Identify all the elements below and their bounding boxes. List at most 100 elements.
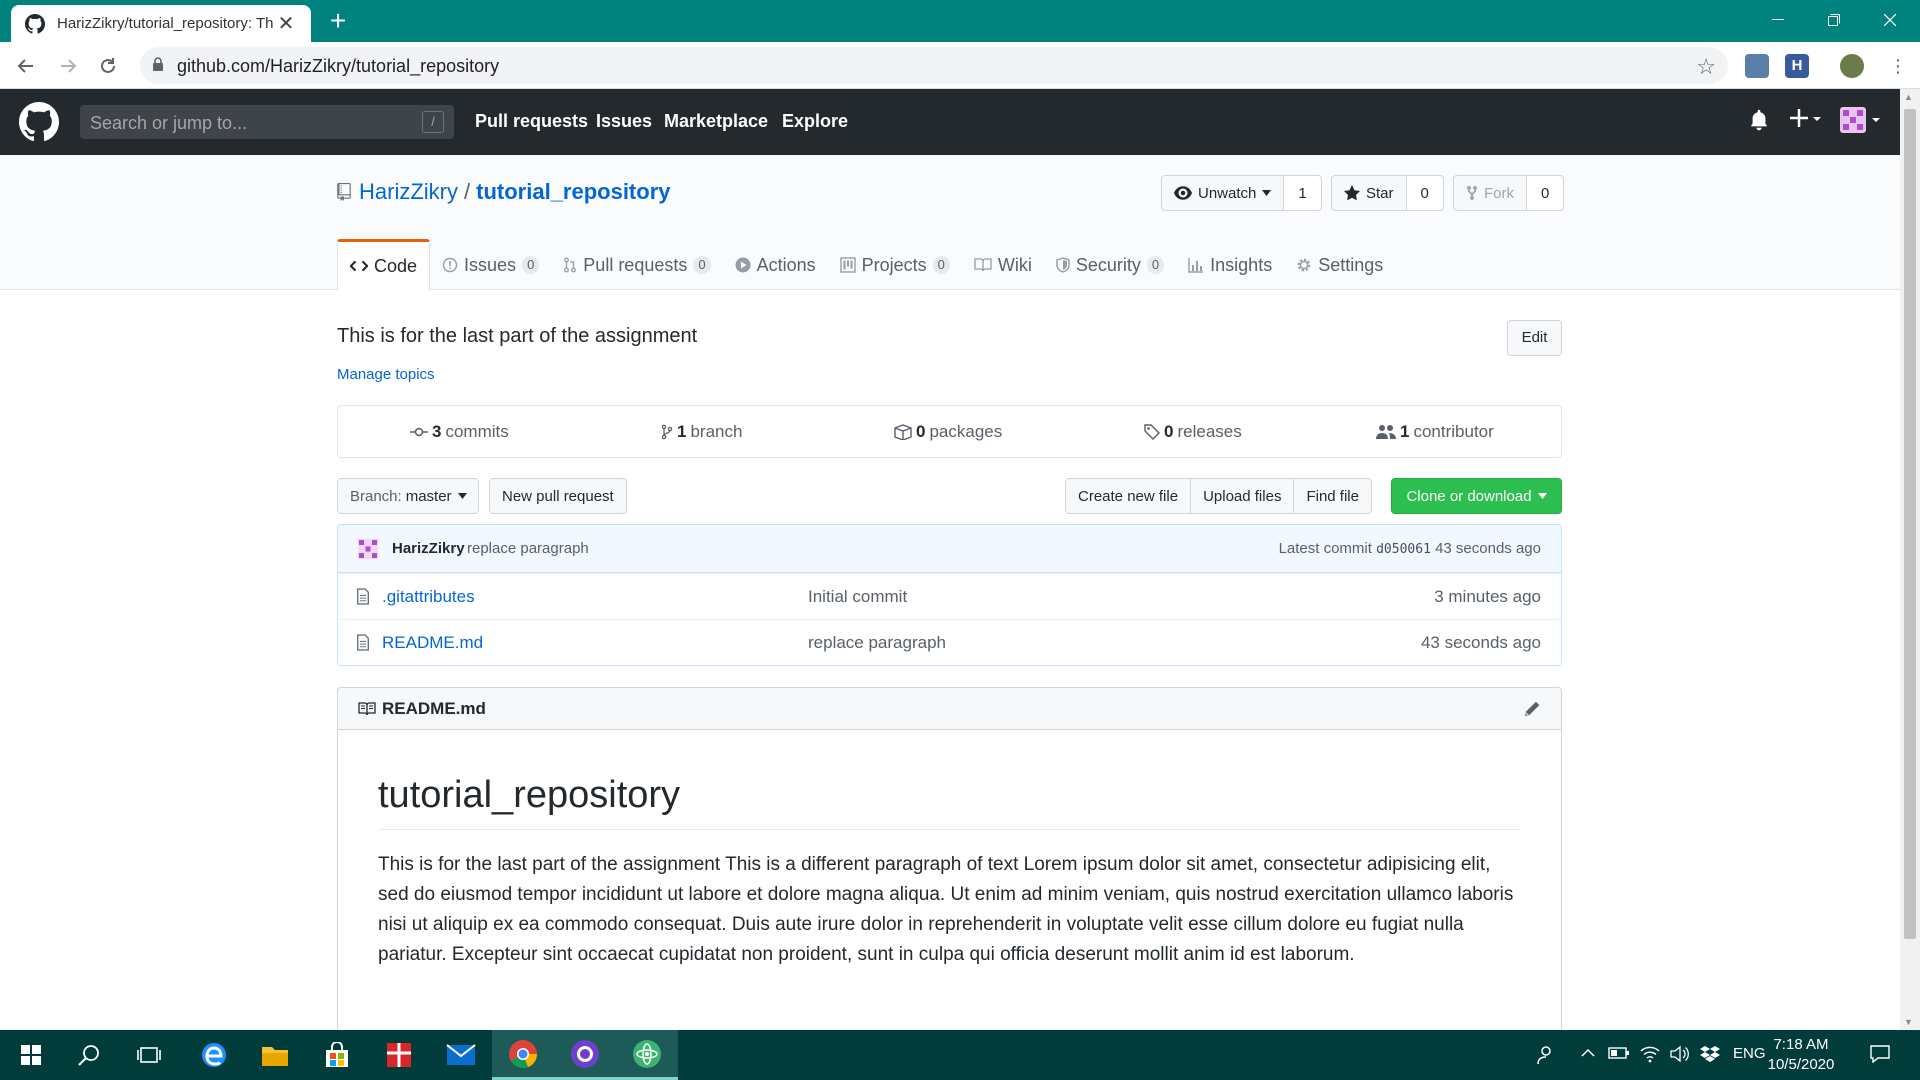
tab-code[interactable]: Code xyxy=(337,239,431,291)
security-count-badge: 0 xyxy=(1146,256,1165,274)
branch-select-button[interactable]: Branch: master xyxy=(337,478,479,514)
edit-description-button[interactable]: Edit xyxy=(1507,320,1562,356)
upload-files-button[interactable]: Upload files xyxy=(1190,478,1295,514)
scrollbar-thumb[interactable] xyxy=(1904,109,1916,939)
fork-button[interactable]: Fork xyxy=(1453,175,1527,211)
releases-label: releases xyxy=(1177,422,1242,441)
gift-app-icon[interactable] xyxy=(368,1030,430,1080)
new-pull-request-button[interactable]: New pull request xyxy=(489,478,627,514)
tab-security[interactable]: Security 0 xyxy=(1044,239,1176,291)
file-name-link[interactable]: README.md xyxy=(382,633,483,653)
file-icon xyxy=(356,588,370,605)
clone-or-download-button[interactable]: Clone or download xyxy=(1391,478,1562,514)
tab-close-icon[interactable]: ✕ xyxy=(275,13,297,35)
commits-count: 3 xyxy=(432,422,442,441)
start-windows-icon[interactable] xyxy=(0,1030,62,1080)
profile-avatar[interactable] xyxy=(1840,54,1864,78)
extension-h-icon[interactable]: H xyxy=(1785,54,1809,78)
repo-name-link[interactable]: tutorial_repository xyxy=(476,179,670,205)
volume-icon[interactable] xyxy=(1670,1045,1690,1063)
taskbar-clock[interactable]: 7:18 AM 10/5/2020 xyxy=(1754,1035,1848,1075)
stars-count[interactable]: 0 xyxy=(1406,175,1444,211)
scroll-up-icon[interactable]: ▲ xyxy=(1904,92,1913,102)
restore-icon[interactable] xyxy=(1806,0,1862,40)
tab-projects-label: Projects xyxy=(861,254,927,275)
manage-topics-link[interactable]: Manage topics xyxy=(337,366,435,383)
file-name-link[interactable]: .gitattributes xyxy=(382,587,475,607)
contributors-link[interactable]: 1 contributor xyxy=(1376,422,1494,442)
notifications-bell-icon[interactable] xyxy=(1750,109,1768,131)
mail-icon[interactable] xyxy=(430,1030,492,1080)
repo-owner-link[interactable]: HarizZikry xyxy=(359,179,458,205)
tab-pull-requests[interactable]: Pull requests 0 xyxy=(551,239,722,291)
commits-link[interactable]: 3 commits xyxy=(410,422,509,442)
commit-sha-link[interactable]: d050061 xyxy=(1376,542,1431,557)
wifi-icon[interactable] xyxy=(1640,1045,1660,1063)
readme-heading: tutorial_repository xyxy=(378,774,1521,830)
nav-explore[interactable]: Explore xyxy=(782,111,848,132)
releases-link[interactable]: 0 releases xyxy=(1144,422,1242,442)
create-new-plus-icon[interactable] xyxy=(1790,106,1822,132)
create-new-file-button[interactable]: Create new file xyxy=(1065,478,1192,514)
chevron-up-icon[interactable] xyxy=(1580,1045,1596,1061)
nav-marketplace[interactable]: Marketplace xyxy=(664,111,768,132)
unwatch-button[interactable]: Unwatch xyxy=(1161,175,1285,211)
minimize-icon[interactable] xyxy=(1750,0,1806,40)
back-icon[interactable] xyxy=(10,50,42,82)
find-file-button[interactable]: Find file xyxy=(1293,478,1372,514)
browser-menu-icon[interactable]: ⋮ xyxy=(1882,50,1914,82)
search-placeholder: Search or jump to... xyxy=(90,113,248,133)
forward-icon[interactable] xyxy=(52,50,84,82)
address-bar[interactable]: github.com/HarizZikry/tutorial_repositor… xyxy=(140,47,1728,84)
watchers-count[interactable]: 1 xyxy=(1284,175,1322,211)
close-window-icon[interactable] xyxy=(1862,0,1918,40)
commit-author-link[interactable]: HarizZikry xyxy=(392,540,465,557)
github-logo-icon[interactable] xyxy=(19,102,59,142)
packages-link[interactable]: 0 packages xyxy=(894,422,1002,442)
reload-icon[interactable] xyxy=(92,50,124,82)
branch-prefix: Branch: xyxy=(350,487,402,505)
action-center-icon[interactable] xyxy=(1870,1045,1890,1063)
tab-insights[interactable]: Insights xyxy=(1176,239,1284,291)
browser-tab[interactable]: HarizZikry/tutorial_repository: Th ✕ xyxy=(11,5,311,42)
nav-pull-requests[interactable]: Pull requests xyxy=(475,111,588,132)
task-view-icon[interactable] xyxy=(118,1030,180,1080)
people-tray-icon[interactable] xyxy=(1535,1045,1555,1065)
user-avatar-menu[interactable] xyxy=(1840,107,1882,133)
search-icon[interactable] xyxy=(58,1030,120,1080)
tab-projects[interactable]: Projects 0 xyxy=(828,239,962,291)
chrome-icon[interactable] xyxy=(492,1030,554,1080)
github-desktop-icon[interactable] xyxy=(554,1030,616,1080)
pencil-edit-icon[interactable] xyxy=(1523,700,1541,718)
scroll-down-icon[interactable]: ▼ xyxy=(1904,1017,1913,1027)
tab-actions-label: Actions xyxy=(756,254,816,275)
commit-message-link[interactable]: replace paragraph xyxy=(467,540,589,557)
search-input[interactable]: Search or jump to... / xyxy=(80,105,454,139)
nav-issues[interactable]: Issues xyxy=(596,111,652,132)
dropbox-icon[interactable] xyxy=(1700,1045,1720,1063)
star-button[interactable]: Star xyxy=(1331,175,1407,211)
bookmark-star-icon[interactable]: ☆ xyxy=(1696,54,1716,80)
branch-link[interactable]: 1 branch xyxy=(661,422,742,442)
new-tab-button[interactable]: + xyxy=(322,7,354,36)
file-explorer-icon[interactable] xyxy=(244,1030,306,1080)
edge-browser-icon[interactable] xyxy=(183,1030,245,1080)
file-commit-message[interactable]: Initial commit xyxy=(808,587,907,607)
author-avatar[interactable] xyxy=(358,539,378,559)
tag-icon xyxy=(1144,424,1160,440)
forks-count[interactable]: 0 xyxy=(1527,175,1565,211)
store-icon[interactable] xyxy=(306,1030,368,1080)
unwatch-label: Unwatch xyxy=(1198,184,1257,202)
tab-issues[interactable]: Issues 0 xyxy=(430,239,551,291)
tab-wiki[interactable]: Wiki xyxy=(962,239,1044,291)
battery-icon[interactable] xyxy=(1608,1045,1630,1061)
atom-app-icon[interactable] xyxy=(616,1030,678,1080)
tab-settings[interactable]: Settings xyxy=(1284,239,1395,291)
file-commit-message[interactable]: replace paragraph xyxy=(808,633,946,653)
latest-commit-info: Latest commit d050061 43 seconds ago xyxy=(1279,540,1541,557)
commit-age: 43 seconds ago xyxy=(1435,540,1541,557)
extension-puzzle-icon[interactable] xyxy=(1745,54,1769,78)
contributors-count: 1 xyxy=(1400,422,1410,441)
page-scrollbar[interactable]: ▲ ▼ xyxy=(1900,89,1920,1030)
tab-actions[interactable]: Actions xyxy=(723,239,828,291)
